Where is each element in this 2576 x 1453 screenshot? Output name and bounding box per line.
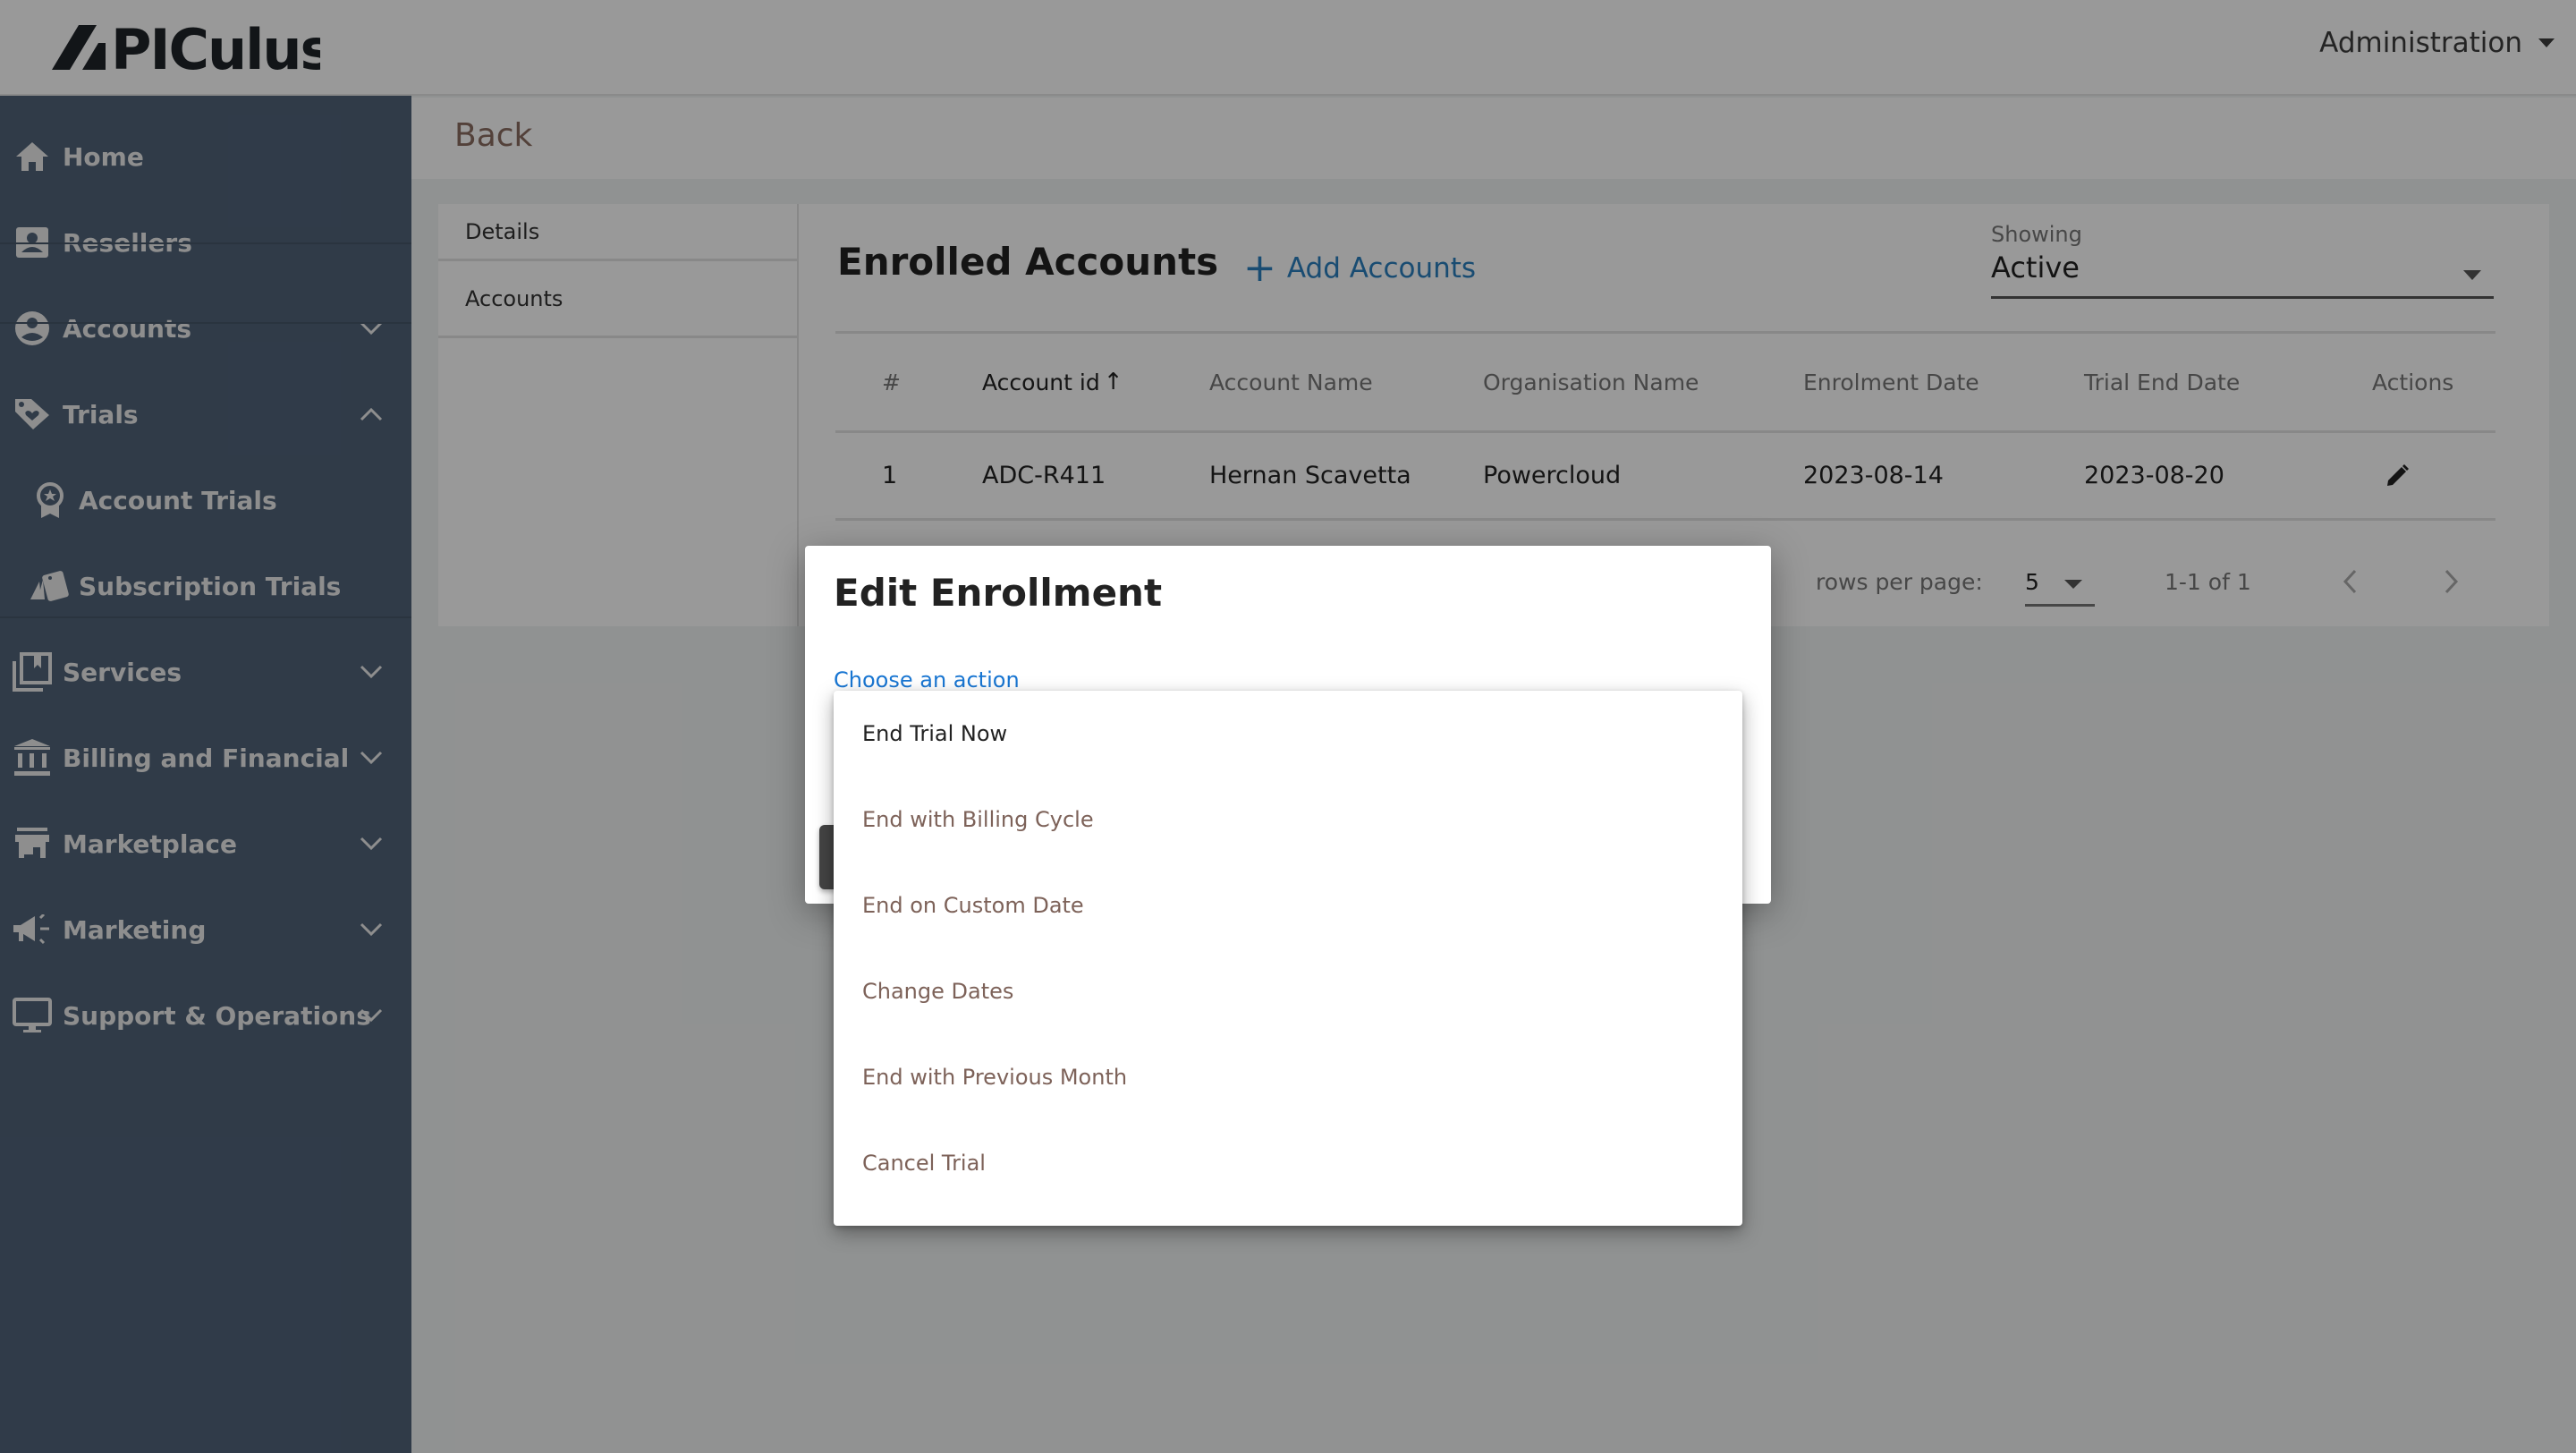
dialog-title: Edit Enrollment [834,571,1163,615]
action-select-menu: End Trial Now End with Billing Cycle End… [834,691,1742,1226]
option-cancel-trial[interactable]: Cancel Trial [834,1120,1742,1206]
option-end-with-previous-month[interactable]: End with Previous Month [834,1034,1742,1120]
option-end-with-billing-cycle[interactable]: End with Billing Cycle [834,777,1742,862]
option-end-trial-now[interactable]: End Trial Now [834,691,1742,777]
option-change-dates[interactable]: Change Dates [834,948,1742,1034]
option-end-on-custom-date[interactable]: End on Custom Date [834,862,1742,948]
choose-action-label: Choose an action [834,667,1020,693]
